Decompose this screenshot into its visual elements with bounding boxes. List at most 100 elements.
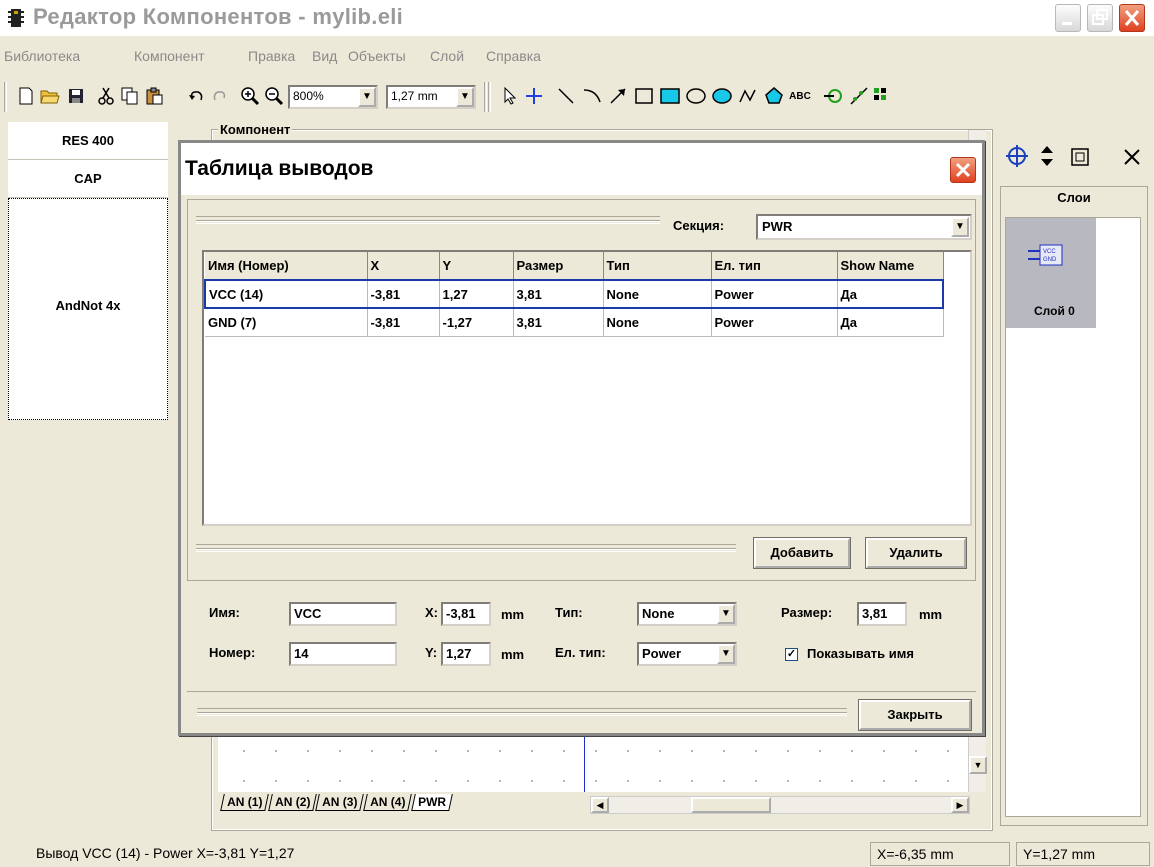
table-cell[interactable]: None [603, 279, 712, 309]
column-header[interactable]: Ел. тип [711, 252, 838, 281]
tab-an3[interactable]: AN (3) [315, 794, 365, 811]
table-cell[interactable]: -3,81 [367, 308, 440, 337]
more-tools-button[interactable] [872, 84, 888, 108]
scroll-right-icon[interactable]: ▶ [951, 797, 969, 813]
zoom-in-button[interactable] [238, 84, 262, 108]
number-label: Номер: [209, 645, 256, 660]
polygon-tool-button[interactable] [762, 84, 786, 108]
table-cell[interactable]: VCC (14) [204, 279, 368, 309]
column-header[interactable]: X [367, 252, 440, 281]
delete-button[interactable]: Удалить [865, 537, 967, 569]
section-select[interactable]: PWR ▼ [756, 214, 972, 240]
line-icon [558, 88, 574, 104]
eltype-select[interactable]: Power ▼ [637, 642, 737, 666]
add-button[interactable]: Добавить [753, 537, 851, 569]
polyline-tool-button[interactable] [736, 84, 760, 108]
y-field[interactable]: 1,27 [441, 642, 491, 666]
menu-component[interactable]: Компонент [134, 48, 205, 64]
cut-button[interactable] [94, 84, 118, 108]
filled-ellipse-tool-button[interactable] [710, 84, 734, 108]
menu-objects[interactable]: Объекты [348, 48, 406, 64]
paste-button[interactable] [142, 84, 166, 108]
line-tool-button[interactable] [554, 84, 578, 108]
close-window-button[interactable] [1119, 4, 1145, 32]
table-cell[interactable]: Да [837, 308, 944, 337]
add-pin-button[interactable] [822, 84, 846, 108]
table-cell[interactable]: Power [711, 279, 838, 309]
new-button[interactable] [14, 84, 38, 108]
save-button[interactable] [64, 84, 88, 108]
size-field[interactable]: 3,81 [857, 602, 907, 626]
pin-tool-button[interactable] [522, 84, 546, 108]
layer-thumbnail[interactable]: VCC GND Слой 0 [1006, 218, 1096, 328]
table-cell[interactable]: 3,81 [513, 279, 604, 309]
show-name-checkbox[interactable]: ✓ [785, 648, 798, 661]
column-header[interactable]: Y [439, 252, 514, 281]
scroll-down-icon[interactable]: ▼ [969, 756, 987, 774]
pin-icon [824, 89, 842, 103]
table-cell[interactable]: Power [711, 308, 838, 337]
number-field[interactable]: 14 [289, 642, 397, 666]
pins-table[interactable]: Имя (Номер) X Y Размер Тип Ел. тип Show … [202, 250, 972, 526]
zoom-select[interactable]: 800% ▼ [288, 85, 378, 109]
arrow-tool-button[interactable] [606, 84, 630, 108]
menu-edit[interactable]: Правка [248, 48, 295, 64]
grid-select[interactable]: 1,27 mm ▼ [386, 85, 476, 109]
column-header[interactable]: Тип [603, 252, 712, 281]
component-item[interactable]: RES 400 [8, 122, 168, 160]
pin-wizard-button[interactable] [848, 84, 872, 108]
menu-help[interactable]: Справка [486, 48, 541, 64]
undo-button[interactable] [184, 84, 208, 108]
rect-tool-button[interactable] [632, 84, 656, 108]
dialog-close-button[interactable] [950, 157, 976, 183]
table-row[interactable]: VCC (14) -3,81 1,27 3,81 None Power Да [204, 279, 944, 309]
menu-layer[interactable]: Слой [430, 48, 464, 64]
close-dialog-button[interactable]: Закрыть [858, 699, 972, 731]
filled-rectangle-icon [660, 88, 680, 104]
pin-table-dialog: Таблица выводов Секция: PWR ▼ Имя (Номер… [178, 140, 985, 736]
table-cell[interactable]: Да [837, 279, 944, 309]
restore-button[interactable] [1087, 4, 1113, 32]
fit-icon[interactable] [1069, 146, 1091, 168]
minimize-button[interactable] [1055, 4, 1081, 32]
arc-tool-button[interactable] [580, 84, 604, 108]
tab-an2[interactable]: AN (2) [267, 794, 317, 811]
open-button[interactable] [38, 84, 62, 108]
filled-rect-tool-button[interactable] [658, 84, 682, 108]
scroll-left-icon[interactable]: ◀ [591, 797, 609, 813]
menu-library[interactable]: Библиотека [4, 48, 80, 64]
table-cell[interactable]: -1,27 [439, 308, 514, 337]
column-header[interactable]: Размер [513, 252, 604, 281]
type-select[interactable]: None ▼ [637, 602, 737, 626]
toolbar-grip [4, 82, 7, 112]
menu-view[interactable]: Вид [312, 48, 337, 64]
component-item[interactable]: CAP [8, 160, 168, 198]
copy-button[interactable] [118, 84, 142, 108]
scroll-thumb[interactable] [691, 797, 771, 813]
up-down-icon[interactable] [1039, 144, 1055, 168]
table-cell[interactable]: -3,81 [367, 279, 440, 309]
canvas-horizontal-scrollbar[interactable]: ◀ ▶ [590, 796, 970, 814]
redo-button[interactable] [208, 84, 232, 108]
zoom-out-button[interactable] [262, 84, 286, 108]
delete-icon[interactable] [1123, 148, 1141, 166]
ellipse-tool-button[interactable] [684, 84, 708, 108]
table-row[interactable]: GND (7) -3,81 -1,27 3,81 None Power Да [205, 308, 944, 337]
column-header[interactable]: Имя (Номер) [205, 252, 368, 281]
table-cell[interactable]: 3,81 [513, 308, 604, 337]
table-cell[interactable]: 1,27 [439, 279, 514, 309]
table-cell[interactable]: GND (7) [205, 308, 368, 337]
component-item-selected[interactable]: AndNot 4x [8, 198, 168, 420]
x-field[interactable]: -3,81 [441, 602, 491, 626]
tab-an4[interactable]: AN (4) [363, 794, 413, 811]
text-tool-button[interactable]: ABC [788, 84, 812, 108]
drawing-canvas[interactable] [218, 728, 968, 792]
column-header[interactable]: Show Name [837, 252, 944, 281]
select-tool-button[interactable] [498, 84, 522, 108]
table-cell[interactable]: None [603, 308, 712, 337]
tab-pwr[interactable]: PWR [410, 794, 453, 811]
name-field[interactable]: VCC [289, 602, 397, 626]
size-label: Размер: [781, 605, 833, 620]
tab-an1[interactable]: AN (1) [220, 794, 270, 811]
move-icon[interactable] [1005, 144, 1029, 168]
